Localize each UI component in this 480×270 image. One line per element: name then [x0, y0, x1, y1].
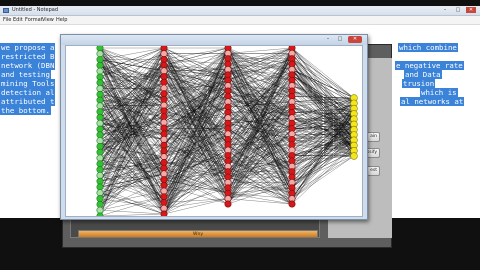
network-node-input	[96, 96, 104, 104]
text-line: network (DBN	[0, 61, 56, 70]
network-node-input	[96, 119, 104, 127]
minimize-button[interactable]: –	[440, 7, 450, 13]
network-node-input	[96, 166, 104, 174]
network-node-input	[96, 125, 104, 133]
network-edge	[99, 111, 165, 197]
text-line: trusion	[402, 79, 436, 88]
network-node-hidden-1	[160, 210, 168, 216]
notepad-title: Untitled - Notepad	[12, 7, 59, 13]
network-node-input	[96, 148, 104, 156]
network-node-input	[96, 79, 104, 87]
notepad-icon	[3, 8, 9, 13]
network-node-input	[96, 177, 104, 185]
network-edge	[99, 196, 165, 216]
maximize-button[interactable]: □	[335, 36, 345, 43]
network-node-input	[96, 137, 104, 145]
text-line: and Data	[404, 70, 442, 79]
network-node-input	[96, 90, 104, 98]
network-node-hidden-2	[224, 200, 232, 208]
network-graph	[96, 46, 358, 216]
progress-label: Wny	[193, 232, 203, 237]
network-edge	[99, 47, 165, 159]
network-node-input	[96, 171, 104, 179]
menu-file[interactable]: File	[3, 16, 11, 24]
text-line: al networks at	[400, 97, 465, 106]
network-edge	[291, 47, 355, 120]
network-node-hidden-3	[288, 200, 296, 208]
network-node-input	[96, 50, 104, 58]
network-canvas	[65, 45, 363, 217]
text-line: the bottom.	[0, 106, 51, 115]
network-edge	[99, 47, 165, 60]
text-line: which combine	[398, 43, 458, 52]
network-node-input	[96, 61, 104, 69]
network-edge	[99, 213, 165, 216]
network-window-titlebar[interactable]: – □ ✕	[61, 35, 367, 45]
close-button[interactable]: ✕	[466, 7, 476, 13]
network-node-input	[96, 56, 104, 64]
network-node-input	[96, 200, 104, 208]
network-node-input	[96, 189, 104, 197]
network-node-input	[96, 73, 104, 81]
text-line: mining Tools	[0, 79, 56, 88]
minimize-button[interactable]: –	[323, 36, 333, 43]
progress-bar: Wny	[78, 230, 318, 238]
menu-format[interactable]: Format	[25, 16, 43, 24]
network-node-input	[96, 183, 104, 191]
network-node-input	[96, 85, 104, 93]
network-node-input	[96, 114, 104, 122]
menu-help[interactable]: Help	[56, 16, 67, 24]
network-node-output	[350, 152, 358, 160]
text-line: restricted B	[0, 52, 56, 61]
network-node-input	[96, 195, 104, 203]
network-edge	[291, 140, 355, 183]
network-edge	[227, 47, 293, 54]
text-line: detection al	[0, 88, 56, 97]
network-node-input	[96, 102, 104, 110]
menu-edit[interactable]: Edit	[13, 16, 23, 24]
maximize-button[interactable]: □	[453, 7, 463, 13]
notepad-menubar: File Edit Format View Help	[0, 16, 480, 25]
text-line: and testing	[0, 70, 51, 79]
network-node-input	[96, 67, 104, 75]
close-button[interactable]: ✕	[348, 36, 362, 43]
network-node-input	[96, 154, 104, 162]
network-node-input	[96, 131, 104, 139]
text-line: which is	[420, 88, 458, 97]
network-node-input	[96, 206, 104, 214]
menu-view[interactable]: View	[42, 16, 54, 24]
notepad-titlebar[interactable]: Untitled - Notepad – □ ✕	[0, 6, 480, 16]
text-line: we propose a	[0, 43, 56, 52]
network-node-input	[96, 142, 104, 150]
network-edge	[227, 198, 293, 205]
network-edge	[291, 129, 355, 188]
text-line: e negative rate	[395, 61, 464, 70]
desktop: Untitled - Notepad – □ ✕ File Edit Forma…	[0, 0, 480, 270]
network-window: – □ ✕	[60, 34, 368, 220]
text-line: attributed t	[0, 97, 56, 106]
network-node-input	[96, 160, 104, 168]
network-node-input	[96, 108, 104, 116]
network-edge	[227, 193, 293, 205]
